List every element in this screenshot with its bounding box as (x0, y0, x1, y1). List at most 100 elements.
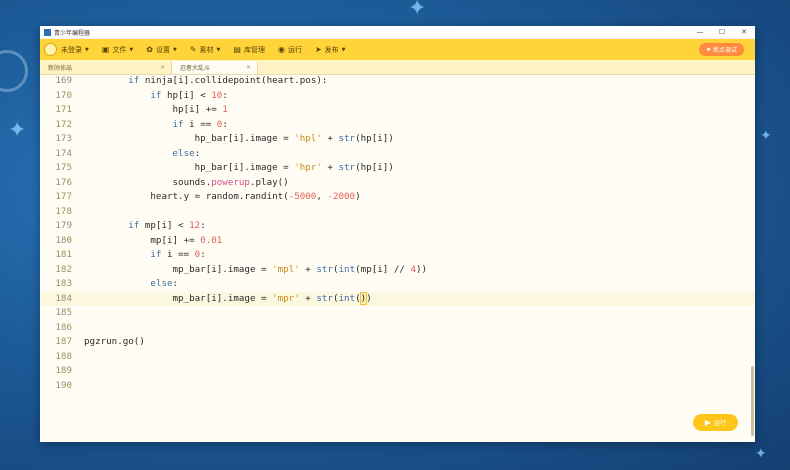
file-menu[interactable]: ▣ 文件 ▼ (102, 45, 133, 55)
close-window-button[interactable]: ✕ (733, 26, 755, 38)
vertical-scrollbar[interactable] (749, 74, 755, 442)
code-line[interactable]: 189 (40, 364, 755, 379)
code-text: else: (84, 277, 178, 292)
code-token: 'mpr' (272, 292, 300, 304)
code-text: hp_bar[i].image = 'hpl' + str(hp[i]) (84, 132, 394, 147)
library-button[interactable]: ▤ 库管理 (233, 45, 265, 55)
editor-window: 青少年编程器 — ☐ ✕ 未登录 ▼ ▣ 文件 ▼ ✿ 设置 ▼ ✎ 素材 ▼ … (40, 26, 755, 442)
code-token: if (128, 220, 140, 231)
code-token: hp_bar[i].image = (84, 133, 295, 144)
run-icon: ◉ (277, 45, 285, 54)
close-tab-icon[interactable]: ✕ (246, 64, 251, 71)
bug-icon: ⚑ (705, 47, 713, 54)
assets-icon: ✎ (189, 45, 197, 54)
code-text: mp[i] += 0.01 (84, 234, 222, 249)
code-token: if (128, 75, 140, 86)
code-line[interactable]: 170 if hp[i] < 10: (40, 89, 755, 104)
code-line[interactable]: 183 else: (40, 277, 755, 292)
chevron-down-icon: ▼ (129, 46, 134, 53)
line-number: 176 (55, 176, 72, 188)
planet-decoration-icon (0, 50, 28, 92)
code-line[interactable]: 181 if i == 0: (40, 248, 755, 263)
code-editor[interactable]: 168 169 if ninja[i].collidepoint(heart.p… (40, 66, 755, 442)
code-token: i == (183, 118, 217, 130)
line-number: 183 (55, 278, 72, 289)
code-line[interactable]: 173 hp_bar[i].image = 'hpl' + str(hp[i]) (40, 132, 755, 147)
settings-menu[interactable]: ✿ 设置 ▼ (146, 45, 177, 55)
star-decoration-icon: ✦ (755, 446, 767, 462)
code-token: ninja[i].collidepoint(heart.pos): (139, 75, 328, 86)
tab-ninja-battle[interactable]: 忍者大乱斗 ✕ (172, 61, 258, 74)
chevron-down-icon: ▼ (172, 46, 177, 53)
code-line[interactable]: 177 heart.y = random.randint(-5000, -200… (40, 190, 755, 205)
code-token: 'mpl' (272, 263, 300, 275)
code-token: )) (416, 263, 428, 275)
publish-menu[interactable]: ➤ 发布 ▼ (315, 45, 346, 55)
run-button-label: 运行 (714, 420, 727, 427)
cursor-bracket-highlight: ) (359, 291, 368, 305)
line-number: 177 (55, 191, 72, 202)
code-text: if i == 0: (84, 248, 205, 263)
code-line[interactable]: 186 (40, 321, 755, 336)
code-line[interactable]: 175 hp_bar[i].image = 'hpr' + str(hp[i]) (40, 161, 755, 176)
code-line[interactable]: 185 (40, 306, 755, 321)
run-menu-button[interactable]: ◉ 运行 (278, 45, 302, 55)
code-line[interactable]: 182 mp_bar[i].image = 'mpl' + str(int(mp… (40, 263, 755, 278)
code-text: mp_bar[i].image = 'mpr' + str(int()) (84, 291, 372, 307)
code-line[interactable]: 171 hp[i] += 1 (40, 103, 755, 118)
assets-menu[interactable]: ✎ 素材 ▼ (190, 45, 221, 55)
code-line[interactable]: 184 mp_bar[i].image = 'mpr' + str(int()) (40, 291, 755, 307)
line-number: 175 (55, 162, 72, 173)
code-token: 1 (222, 104, 228, 115)
code-line[interactable]: 174 else: (40, 147, 755, 162)
code-token: hp_bar[i].image = (84, 162, 295, 173)
code-token: str (338, 133, 356, 144)
line-number: 186 (55, 321, 72, 333)
line-number: 190 (55, 379, 72, 391)
maximize-button[interactable]: ☐ (711, 26, 733, 38)
line-number: 188 (55, 350, 72, 362)
code-line[interactable]: 178 (40, 205, 755, 220)
code-token: (hp[i]) (355, 133, 394, 144)
code-token: -5000 (288, 191, 317, 202)
user-avatar-icon (44, 43, 57, 56)
code-line[interactable]: 169 if ninja[i].collidepoint(heart.pos): (40, 74, 755, 89)
minimize-button[interactable]: — (689, 26, 711, 38)
file-tabs: 新的作品 ✕ 忍者大乱斗 ✕ (40, 60, 755, 75)
code-line[interactable]: 172 if i == 0: (40, 118, 755, 133)
play-icon: ▶ (704, 418, 712, 427)
close-tab-icon[interactable]: ✕ (160, 64, 165, 71)
debug-label: 断点调试 (712, 47, 737, 54)
code-line[interactable]: 179 if mp[i] < 12: (40, 219, 755, 234)
code-token: heart.y = random.randint( (84, 191, 289, 202)
code-text: heart.y = random.randint(-5000, -2000) (84, 190, 360, 205)
star-decoration-icon: ✦ (760, 128, 772, 144)
code-token: else (150, 278, 173, 289)
code-token: int (338, 292, 356, 304)
line-number: 187 (55, 336, 72, 347)
code-token: int (338, 263, 356, 275)
code-line[interactable]: 190 (40, 379, 755, 394)
code-text: if hp[i] < 10: (84, 89, 228, 104)
code-text: if mp[i] < 12: (84, 219, 206, 234)
code-line[interactable]: 187 pgzrun.go() (40, 335, 755, 350)
code-token: hp[i] < (161, 89, 212, 101)
line-number: 189 (55, 365, 72, 376)
partial-line-number: 168 (40, 66, 72, 70)
line-number: 182 (55, 263, 72, 275)
code-token: mp[i] < (139, 220, 190, 231)
code-line[interactable]: 180 mp[i] += 0.01 (40, 234, 755, 249)
code-line[interactable]: 176 sounds.powerup.play() (40, 176, 755, 191)
code-line[interactable]: 188 (40, 350, 755, 365)
code-token: + (299, 263, 317, 275)
code-token: powerup (211, 176, 250, 188)
login-menu[interactable]: 未登录 ▼ (44, 43, 89, 56)
code-token: mp[i] += (84, 234, 201, 246)
run-button[interactable]: ▶ 运行 (693, 414, 738, 431)
scrollbar-thumb[interactable] (751, 366, 754, 436)
code-text: if ninja[i].collidepoint(heart.pos): (84, 74, 327, 89)
debug-button[interactable]: ⚑ 断点调试 (698, 43, 744, 56)
